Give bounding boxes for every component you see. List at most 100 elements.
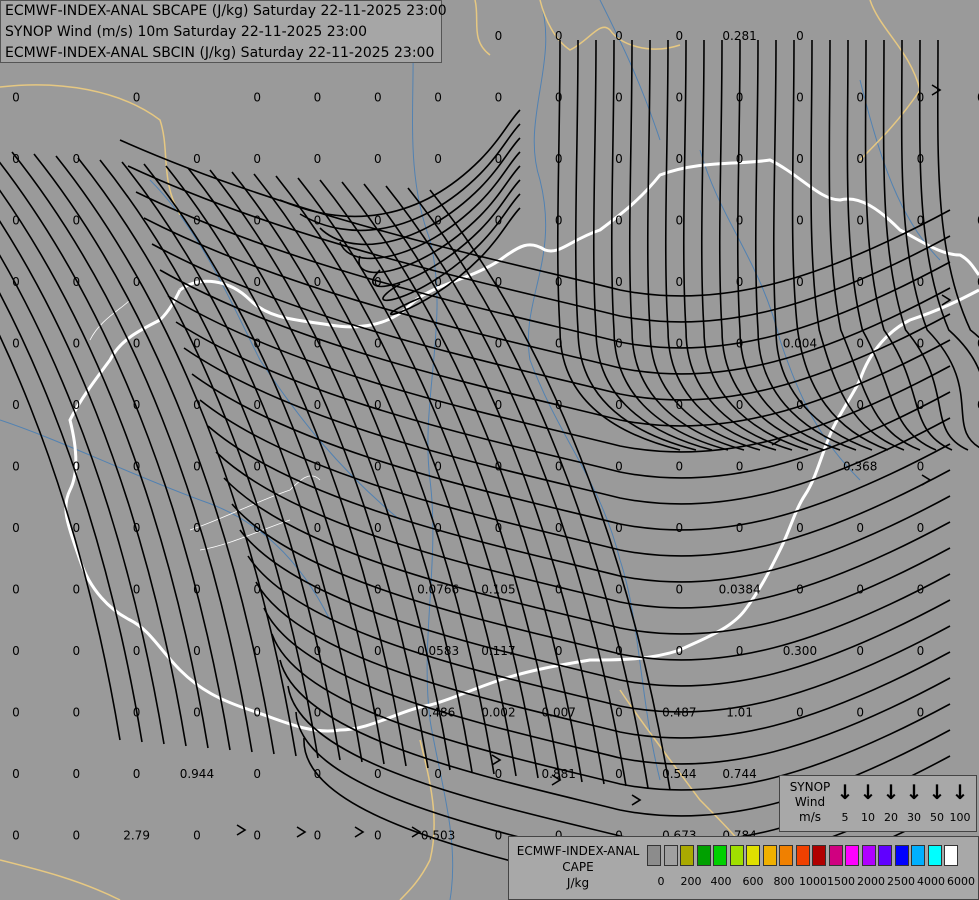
cin-value-label: 0 — [374, 644, 382, 658]
title-synop-wind: SYNOP Wind (m/s) 10m Saturday 22-11-2025… — [5, 24, 368, 40]
cin-value-label: 0 — [675, 214, 683, 228]
cin-value-label: 0 — [495, 829, 503, 843]
cin-value-label: 0 — [314, 337, 322, 351]
cin-value-label: 0.744 — [722, 767, 756, 781]
cin-value-label: 0 — [193, 460, 201, 474]
cin-value-label: 0 — [555, 275, 563, 289]
cin-value-label: 0 — [12, 583, 20, 597]
cin-value-label: 0 — [72, 644, 80, 658]
cin-value-label: 0 — [253, 91, 261, 105]
cin-value-label: 0 — [856, 275, 864, 289]
wind-arrow-icon: ↓ — [905, 780, 923, 804]
cape-tick-label: 400 — [710, 875, 732, 888]
cin-value-label: 0.0384 — [719, 583, 761, 597]
cin-value-label: 0 — [736, 460, 744, 474]
cin-value-label: 0 — [675, 398, 683, 412]
cin-value-label: 0 — [314, 644, 322, 658]
cin-value-label: 0 — [193, 521, 201, 535]
cin-value-label: 0 — [856, 644, 864, 658]
cin-value-label: 0 — [72, 767, 80, 781]
cin-value-label: 0.487 — [662, 706, 696, 720]
map-title-box: ECMWF-INDEX-ANAL SBCAPE (J/kg) Saturday … — [0, 0, 447, 63]
cin-value-label: 0 — [917, 460, 925, 474]
cin-value-label: 0 — [12, 275, 20, 289]
cin-value-label: 0 — [314, 521, 322, 535]
cin-value-label: 0 — [133, 521, 141, 535]
cin-value-label: 0 — [253, 214, 261, 228]
cin-value-label: 0 — [72, 152, 80, 166]
cin-value-label: 0 — [193, 275, 201, 289]
cin-value-label: 0 — [374, 398, 382, 412]
cin-value-label: 0 — [917, 521, 925, 535]
cin-value-label: 0 — [796, 214, 804, 228]
cin-value-label: 0 — [434, 275, 442, 289]
cin-value-label: 0 — [675, 29, 683, 43]
synop-wind-legend: SYNOP Wind m/s ↓ ↓ ↓ ↓ ↓ ↓ 5 10 20 30 50… — [779, 775, 977, 832]
cin-value-label: 0.300 — [783, 644, 817, 658]
cin-value-label: 0 — [314, 398, 322, 412]
cin-value-label: 0 — [72, 460, 80, 474]
cin-value-label: 1.01 — [726, 706, 753, 720]
wind-speed-label: 20 — [884, 811, 898, 824]
cin-value-label: 0.281 — [722, 29, 756, 43]
cin-value-label: 0 — [314, 91, 322, 105]
cin-value-label: 0 — [736, 337, 744, 351]
cape-color-swatch — [927, 845, 942, 866]
cin-value-label: 0 — [253, 644, 261, 658]
wind-speed-label: 5 — [841, 811, 849, 824]
cin-value-label: 0 — [796, 275, 804, 289]
cin-value-label: 0 — [675, 152, 683, 166]
cin-value-label: 0.881 — [542, 767, 576, 781]
cin-value-label: 0 — [72, 706, 80, 720]
cin-value-label: 0 — [193, 152, 201, 166]
cin-value-label: 0 — [193, 583, 201, 597]
cin-value-label: 0 — [12, 214, 20, 228]
cape-color-swatch — [795, 845, 810, 866]
cin-value-label: 0 — [133, 644, 141, 658]
cape-legend-label: ECMWF-INDEX-ANAL CAPE J/kg — [516, 844, 640, 890]
cape-color-swatch — [861, 845, 876, 866]
cape-color-swatch — [762, 845, 777, 866]
cin-value-label: 0 — [253, 706, 261, 720]
cin-value-label: 0 — [374, 583, 382, 597]
cin-value-label: 0 — [193, 214, 201, 228]
cin-value-label: 0 — [917, 152, 925, 166]
cin-value-label: 0 — [193, 644, 201, 658]
cin-value-label: 0 — [856, 91, 864, 105]
cape-color-swatch — [647, 845, 661, 866]
cin-value-label: 0 — [917, 583, 925, 597]
cape-color-swatch — [894, 845, 909, 866]
cin-value-label: 0 — [374, 275, 382, 289]
cin-value-label: 0 — [314, 583, 322, 597]
cin-value-label: 0 — [12, 829, 20, 843]
cin-value-label: 0 — [675, 460, 683, 474]
cin-value-label: 0 — [314, 767, 322, 781]
cin-value-label: 0 — [434, 398, 442, 412]
cin-value-label: 0 — [314, 275, 322, 289]
cin-value-label: 0 — [615, 29, 623, 43]
cape-color-swatch — [779, 845, 793, 866]
cin-value-label: 0 — [133, 583, 141, 597]
cin-value-label: 0.002 — [481, 706, 515, 720]
weather-map[interactable]: 0 0 0 0 0 0 0 0 0 0 0 0 0.281 0 0 0 0 0 0 0 0 0 0 0 0 0 0 0 0 0 0 0 0 0 0 0… — [0, 0, 979, 900]
cin-value-label: 0 — [434, 91, 442, 105]
wind-arrow-icon: ↓ — [951, 780, 969, 804]
cin-value-label: 0 — [374, 706, 382, 720]
cin-value-label: 0 — [675, 521, 683, 535]
cin-value-label: 0 — [193, 398, 201, 412]
cin-value-label: 0 — [856, 214, 864, 228]
cin-value-label: 0 — [736, 398, 744, 412]
cin-value-label: 0 — [917, 706, 925, 720]
cin-value-label: 0 — [314, 214, 322, 228]
cin-value-label: 0 — [253, 767, 261, 781]
cin-value-label: 0 — [555, 214, 563, 228]
cin-value-label: 0 — [675, 583, 683, 597]
cin-value-label: 0 — [796, 460, 804, 474]
cin-value-label: 0 — [615, 767, 623, 781]
map-background — [0, 0, 979, 900]
cin-value-label: 0 — [12, 152, 20, 166]
cin-value-label: 0 — [736, 214, 744, 228]
cin-value-label: 0 — [555, 337, 563, 351]
cin-value-label: 0 — [615, 706, 623, 720]
cin-value-label: 0 — [434, 767, 442, 781]
